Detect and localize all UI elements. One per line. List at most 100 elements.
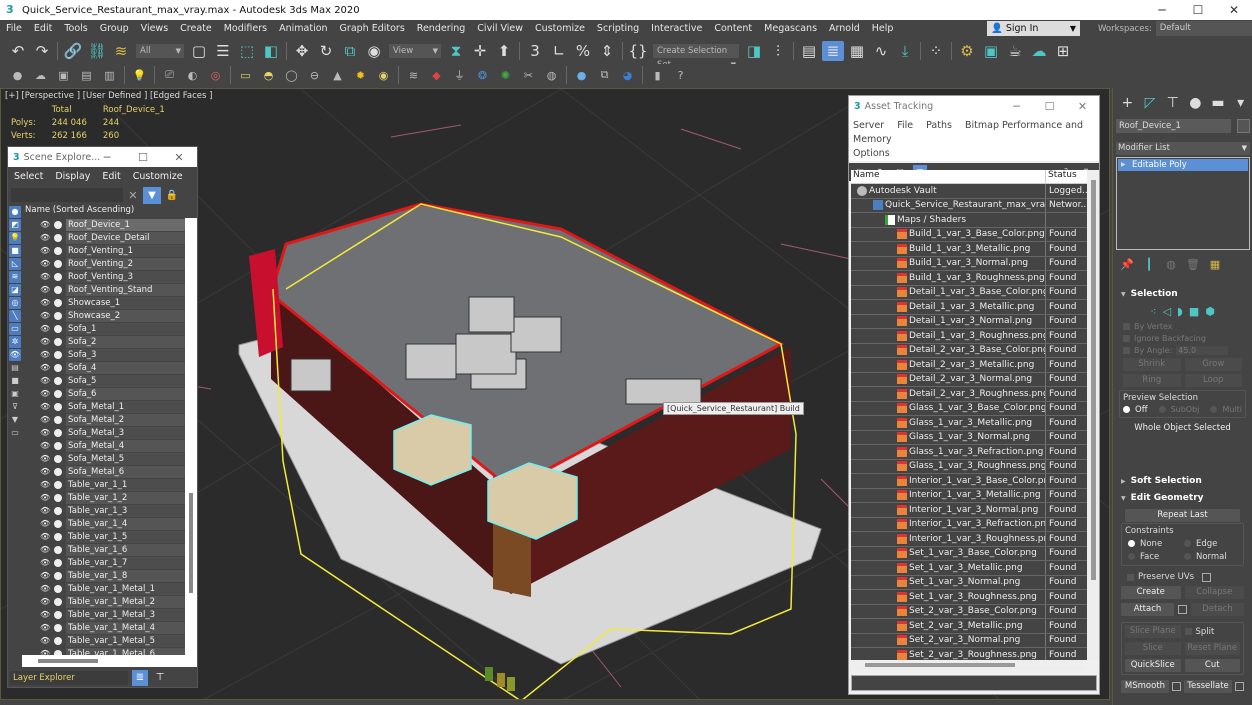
visibility-eye-icon[interactable]: 👁 — [40, 441, 52, 450]
asset-row[interactable]: Set_1_var_3_Metallic.png Found — [851, 561, 1087, 576]
viewport-layouts-icon[interactable]: ⊞ — [1052, 41, 1074, 61]
material-editor-icon[interactable]: ⁘ — [925, 41, 947, 61]
advanced-filter-icon[interactable]: ⊽ — [9, 401, 21, 413]
freeze-dot-icon[interactable] — [54, 532, 62, 541]
scene-object-row[interactable]: 👁 Table_var_1_Metal_2 — [22, 595, 185, 608]
scene-object-row[interactable]: 👁 Table_var_1_5 — [22, 530, 185, 543]
freeze-dot-icon[interactable] — [54, 467, 62, 476]
attach-button[interactable]: Attach — [1121, 603, 1174, 616]
spacewarps-filter-icon[interactable]: ≋ — [9, 271, 21, 283]
asset-row[interactable]: Build_1_var_3_Roughness.png Found — [851, 271, 1087, 286]
vrscans-icon[interactable]: ▮ — [647, 65, 668, 85]
horizontal-scrollbar[interactable] — [851, 660, 1087, 670]
freeze-dot-icon[interactable] — [54, 584, 62, 593]
freeze-dot-icon[interactable] — [54, 350, 62, 359]
freeze-dot-icon[interactable] — [54, 389, 62, 398]
select-object-icon[interactable]: ▢ — [188, 41, 210, 61]
freeze-dot-icon[interactable] — [54, 324, 62, 333]
visibility-eye-icon[interactable]: 👁 — [40, 376, 52, 385]
xrefs-filter-icon[interactable]: ◎ — [9, 297, 21, 309]
object-name-field[interactable]: Roof_Device_1 — [1116, 119, 1231, 133]
geometry-filter-icon[interactable]: ◩ — [9, 219, 21, 231]
asset-row[interactable]: Set_1_var_3_Normal.png Found — [851, 575, 1087, 590]
window-crossing-icon[interactable]: ◧ — [260, 41, 282, 61]
display-none-icon[interactable]: ▤ — [9, 362, 21, 374]
sign-in-dropdown[interactable]: 👤 Sign In ▼ — [987, 21, 1080, 36]
maximize-button[interactable]: ☐ — [1180, 0, 1216, 20]
sort-by-hierarchy-icon[interactable]: ⊤ — [152, 670, 168, 686]
freeze-dot-icon[interactable] — [54, 272, 62, 281]
asset-row[interactable]: Autodesk Vault Logged... — [851, 184, 1087, 199]
asset-row[interactable]: Set_2_var_3_Metallic.png Found — [851, 619, 1087, 634]
proxy-icon[interactable]: ◆ — [426, 65, 447, 85]
ambient-light-icon[interactable]: ◉ — [373, 65, 394, 85]
grow-button[interactable]: Grow — [1184, 358, 1242, 371]
scene-object-row[interactable]: 👁 Sofa_Metal_2 — [22, 413, 185, 426]
move-icon[interactable]: ✥ — [291, 41, 313, 61]
modifier-list-dropdown[interactable]: Modifier List ▼ — [1116, 142, 1250, 155]
scene-object-row[interactable]: 👁 Table_var_1_6 — [22, 543, 185, 556]
plane-icon[interactable]: ⏚ — [449, 65, 470, 85]
freeze-dot-icon[interactable] — [54, 558, 62, 567]
asset-path-field[interactable] — [851, 675, 1097, 691]
visibility-eye-icon[interactable]: 👁 — [40, 259, 52, 268]
plane-light-icon[interactable]: ▭ — [235, 65, 256, 85]
freeze-dot-icon[interactable] — [54, 545, 62, 554]
preserve-uvs-checkbox[interactable] — [1127, 573, 1134, 581]
menu-civil-view[interactable]: Civil View — [471, 23, 529, 34]
asset-row[interactable]: Set_1_var_3_Roughness.png Found — [851, 590, 1087, 605]
asset-row[interactable]: Quick_Service_Restaurant_max_vray.maxNet… — [851, 198, 1087, 213]
select-manipulate-icon[interactable]: ✛ — [469, 41, 491, 61]
scene-object-row[interactable]: 👁 Table_var_1_1 — [22, 478, 185, 491]
asset-row[interactable]: Interior_1_var_3_Normal.png Found — [851, 503, 1087, 518]
minimize-button[interactable]: ─ — [1000, 100, 1033, 113]
at-menu-paths[interactable]: Paths — [926, 120, 952, 131]
tessellate-button[interactable]: Tessellate — [1184, 680, 1232, 693]
keyboard-shortcut-override-icon[interactable]: ⬆ — [493, 41, 515, 61]
object-color-swatch[interactable] — [1237, 119, 1250, 133]
explorer-type-dropdown[interactable]: Layer Explorer — [10, 671, 128, 685]
attach-settings-icon[interactable] — [1178, 605, 1187, 614]
freeze-dot-icon[interactable] — [54, 220, 62, 229]
layer-icon[interactable]: ▭ — [9, 427, 21, 439]
vray-toolbar-icon[interactable]: ● — [7, 65, 28, 85]
scale-icon[interactable]: ⧉ — [339, 41, 361, 61]
constraint-normal-radio[interactable]: Normal — [1184, 552, 1240, 562]
make-unique-icon[interactable]: ◍ — [1160, 258, 1182, 271]
reference-coordinate-dropdown[interactable]: View ▼ — [389, 43, 441, 58]
schematic-view-icon[interactable]: ⤓ — [894, 41, 916, 61]
menu-tools[interactable]: Tools — [58, 23, 93, 34]
lock-icon[interactable]: 🔒 — [163, 190, 181, 201]
physical-camera-icon[interactable]: ⎚ — [159, 65, 180, 85]
asset-row[interactable]: Detail_2_var_3_Roughness.png Found — [851, 387, 1087, 402]
visibility-eye-icon[interactable]: 👁 — [40, 584, 52, 593]
at-menu-file[interactable]: File — [897, 120, 913, 131]
msmooth-button[interactable]: MSmooth — [1121, 680, 1169, 693]
scrollbar-thumb[interactable] — [189, 493, 193, 593]
column-name[interactable]: Name — [851, 170, 1046, 183]
freeze-dot-icon[interactable] — [54, 623, 62, 632]
horizontal-scrollbar[interactable] — [22, 655, 197, 667]
scene-object-row[interactable]: 👁 Showcase_2 — [22, 309, 185, 322]
scene-object-row[interactable]: 👁 Sofa_4 — [22, 361, 185, 374]
create-button[interactable]: Create — [1121, 586, 1181, 599]
frozen-filter-icon[interactable]: ✲ — [9, 336, 21, 348]
dome-light-icon[interactable]: ◓ — [258, 65, 279, 85]
render-setup-icon[interactable]: ⚙ — [956, 41, 978, 61]
freeze-dot-icon[interactable] — [54, 597, 62, 606]
cloud-icon[interactable]: ☁ — [30, 65, 51, 85]
visibility-eye-icon[interactable]: 👁 — [40, 220, 52, 229]
funnel-icon[interactable]: ▼ — [9, 414, 21, 426]
freeze-dot-icon[interactable] — [54, 636, 62, 645]
at-menu-bitmap-performance[interactable]: Bitmap Performance and Memory — [853, 120, 1083, 145]
utilities-tab-icon[interactable]: ▾ — [1229, 95, 1252, 111]
preserve-uvs-settings-icon[interactable] — [1202, 572, 1212, 582]
asset-row[interactable]: Maps / Shaders — [851, 213, 1087, 228]
mirror-icon[interactable]: ◨ — [743, 41, 765, 61]
se-menu-edit[interactable]: Edit — [96, 171, 126, 182]
align-icon[interactable]: ⫶ — [767, 41, 789, 61]
constraint-edge-radio[interactable]: Edge — [1184, 539, 1240, 549]
clear-search-icon[interactable]: ✕ — [123, 189, 143, 202]
cut-button[interactable]: Cut — [1184, 659, 1240, 672]
menu-customize[interactable]: Customize — [529, 23, 591, 34]
